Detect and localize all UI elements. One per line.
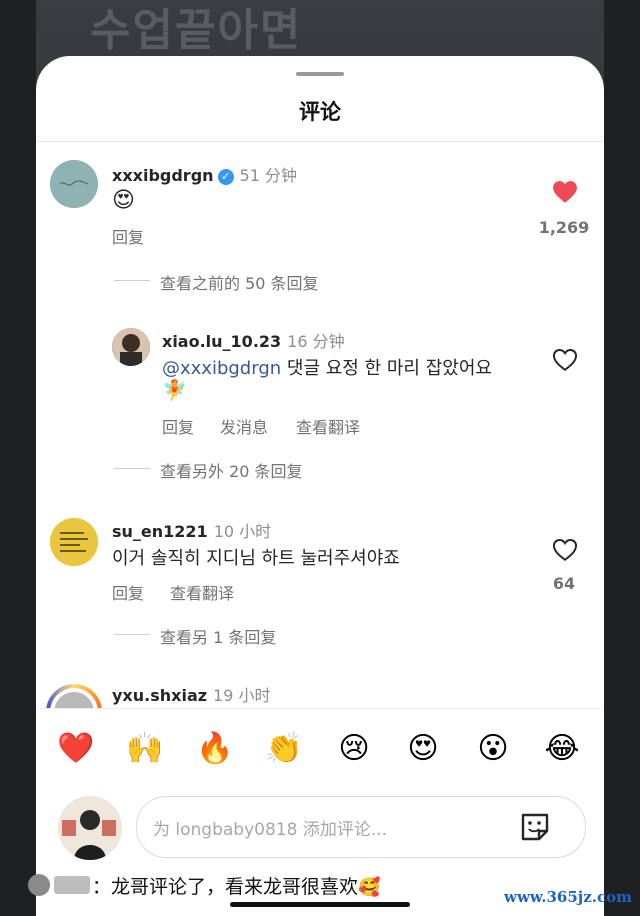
comment-username[interactable]: su_en1221 10 小时	[112, 518, 271, 542]
caption-text-body: ：龙哥评论了，看来龙哥很喜欢	[92, 876, 359, 898]
heart-filled-icon[interactable]	[552, 180, 578, 208]
caption-emoji: 🥰	[358, 877, 381, 898]
view-replies-button[interactable]: 查看之前的 50 条回复	[160, 270, 319, 294]
comment-username[interactable]: xiao.lu_10.23 16 分钟	[162, 328, 345, 352]
view-replies-button[interactable]: 查看另外 20 条回复	[160, 458, 303, 482]
comment-time: 51 分钟	[239, 166, 297, 185]
avatar[interactable]	[50, 518, 98, 566]
reply-button[interactable]: 回复	[162, 414, 194, 438]
reply-button[interactable]: 回复	[112, 224, 144, 248]
emoji-crying[interactable]: 😢	[332, 729, 376, 769]
comment-username[interactable]: xxxibgdrgn ✓ 51 分钟	[112, 162, 297, 186]
comment-emoji: 🧚	[162, 378, 187, 402]
mention-link[interactable]: @xxxibgdrgn	[162, 358, 281, 379]
avatar[interactable]	[112, 328, 150, 366]
my-avatar[interactable]	[58, 796, 122, 860]
avatar[interactable]	[50, 160, 98, 208]
watermark: www.365jz.com	[504, 888, 632, 906]
emoji-raised-hands[interactable]: 🙌	[123, 729, 167, 769]
emoji-heart[interactable]: ❤️	[54, 729, 98, 769]
comment-input[interactable]: 为 longbaby0818 添加评论...	[136, 796, 586, 858]
reply-button[interactable]: 回复	[112, 580, 144, 604]
translate-button[interactable]: 查看翻译	[296, 414, 360, 438]
username-text[interactable]: xiao.lu_10.23	[162, 332, 281, 351]
like-count: 1,269	[538, 218, 590, 237]
caption-text: ：龙哥评论了，看来龙哥很喜欢🥰	[92, 872, 380, 899]
view-replies-button[interactable]: 查看另 1 条回复	[160, 624, 276, 648]
thread-divider	[114, 634, 150, 635]
video-side-right	[604, 0, 640, 916]
emoji-fire[interactable]: 🔥	[193, 729, 237, 769]
comment-time: 16 分钟	[287, 332, 345, 351]
caption-name-blurred	[54, 876, 90, 894]
like-count: 64	[552, 574, 576, 593]
thread-divider	[114, 280, 150, 281]
sheet-title: 评论	[299, 100, 341, 124]
comment-text: @xxxibgdrgn 댓글 요정 한 마리 잡았어요	[162, 354, 492, 380]
video-side-left	[0, 0, 36, 916]
caption-avatar	[28, 874, 50, 896]
emoji-laughing[interactable]: 😂	[540, 729, 584, 769]
comments-sheet: 评论 xxxibgdrgn ✓ 51 分钟 😍 回复 1,269 查看之前的 50 …	[36, 56, 604, 916]
heart-outline-icon[interactable]	[552, 538, 578, 566]
comment-username[interactable]: yxu.shxiaz 19 小时	[112, 682, 271, 706]
username-text[interactable]: su_en1221	[112, 522, 208, 541]
comment-time: 19 小时	[213, 686, 271, 705]
drag-handle[interactable]	[296, 72, 344, 76]
comment-input-row: 为 longbaby0818 添加评论...	[36, 792, 604, 862]
comment-body: 댓글 요정 한 마리 잡았어요	[286, 358, 492, 379]
quick-reaction-bar: ❤️ 🙌 🔥 👏 😢 😍 😮 😂	[36, 708, 604, 793]
header-divider	[36, 141, 604, 142]
emoji-heart-eyes[interactable]: 😍	[401, 729, 445, 769]
verified-icon: ✓	[217, 169, 234, 185]
heart-outline-icon[interactable]	[552, 348, 578, 376]
comment-time: 10 小时	[213, 522, 272, 541]
translate-button[interactable]: 查看翻译	[170, 580, 234, 604]
sticker-icon[interactable]	[517, 809, 553, 845]
video-caption: 수업끝아면	[90, 5, 303, 56]
post-caption: ：龙哥评论了，看来龙哥很喜欢🥰	[0, 858, 640, 916]
username-text[interactable]: yxu.shxiaz	[112, 686, 207, 705]
comment-input-placeholder: 为 longbaby0818 添加评论...	[153, 820, 388, 840]
username-text[interactable]: xxxibgdrgn	[112, 166, 214, 185]
thread-divider	[114, 468, 150, 469]
emoji-surprised[interactable]: 😮	[471, 729, 515, 769]
comment-text: 이거 솔직히 지디님 하트 눌러주셔야죠	[112, 548, 400, 569]
send-message-button[interactable]: 发消息	[220, 414, 268, 438]
home-indicator[interactable]	[230, 902, 410, 907]
comment-text: 😍	[112, 188, 135, 213]
emoji-clap[interactable]: 👏	[262, 729, 306, 769]
